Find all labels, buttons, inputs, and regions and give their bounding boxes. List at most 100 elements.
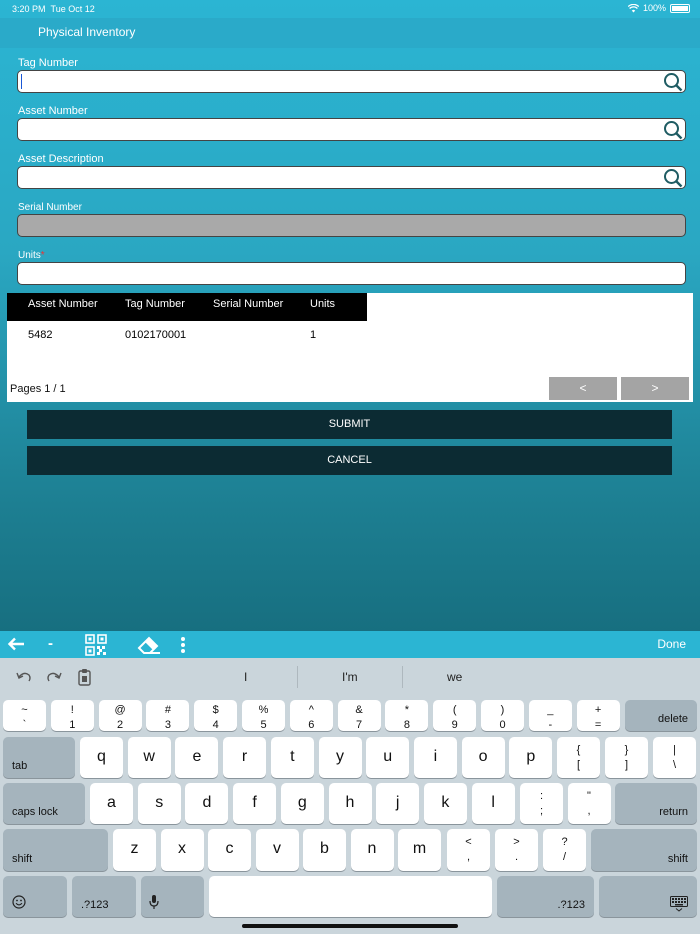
qr-code-icon[interactable]	[85, 634, 107, 656]
letter-key[interactable]: f	[233, 783, 277, 824]
asset-number-field[interactable]	[17, 118, 686, 141]
asset-description-field[interactable]	[17, 166, 686, 189]
key-label-bottom: 9	[451, 719, 458, 731]
number-key[interactable]: ) 0	[481, 700, 524, 731]
letter-key[interactable]: n	[350, 829, 394, 871]
clipboard-icon[interactable]	[77, 668, 93, 686]
symbol-key[interactable]: :;	[520, 783, 563, 824]
letter-key[interactable]: q	[80, 737, 123, 778]
status-bar: 3:20 PM Tue Oct 12 100%	[0, 0, 700, 18]
letter-key[interactable]: d	[185, 783, 229, 824]
letter-key[interactable]: j	[376, 783, 420, 824]
back-arrow-icon[interactable]	[7, 637, 25, 651]
search-icon[interactable]	[663, 120, 683, 140]
hide-keyboard-key[interactable]	[599, 876, 697, 917]
done-button[interactable]: Done	[657, 637, 686, 651]
units-label-text: Units	[18, 250, 41, 261]
tab-key[interactable]: tab	[3, 737, 75, 778]
key-label: g	[297, 794, 307, 811]
number-key[interactable]: ! 1	[50, 700, 94, 731]
units-field[interactable]	[17, 262, 686, 285]
symbol-key[interactable]: >.	[495, 829, 538, 871]
key-label-top: }	[624, 744, 629, 756]
letter-key[interactable]: p	[509, 737, 553, 778]
space-bar[interactable]	[209, 876, 492, 917]
letter-key[interactable]: s	[137, 783, 181, 824]
number-key[interactable]: (9	[433, 700, 477, 731]
prev-page-button[interactable]: <	[549, 377, 617, 400]
key-label: p	[526, 748, 536, 765]
letter-key[interactable]: v	[255, 829, 299, 871]
emoji-key[interactable]	[3, 876, 67, 917]
letter-key[interactable]: y	[318, 737, 362, 778]
letter-key[interactable]: c	[208, 829, 251, 871]
return-key[interactable]: return	[615, 783, 697, 824]
letter-key[interactable]: o	[461, 737, 505, 778]
number-key[interactable]: ~ `	[3, 700, 46, 731]
dictation-key[interactable]	[141, 876, 204, 917]
wifi-icon	[627, 3, 639, 12]
search-icon[interactable]	[663, 72, 683, 92]
letter-key[interactable]: w	[127, 737, 171, 778]
number-key[interactable]: #3	[146, 700, 190, 731]
letter-key[interactable]: m	[398, 829, 441, 871]
right-shift-key[interactable]: shift	[591, 829, 697, 871]
symbol-key[interactable]: <,	[447, 829, 490, 871]
number-key[interactable]: * 8	[385, 700, 429, 731]
date-text: Tue Oct 12	[50, 4, 95, 14]
next-page-button[interactable]: >	[621, 377, 689, 400]
numbers-key-right[interactable]: .?123	[497, 876, 594, 917]
number-key[interactable]: ^ 6	[289, 700, 333, 731]
number-key[interactable]: $4	[194, 700, 238, 731]
symbol-key[interactable]: ",	[567, 783, 611, 824]
letter-key[interactable]: x	[160, 829, 204, 871]
more-options-icon[interactable]	[180, 637, 186, 653]
delete-key[interactable]: delete	[625, 700, 697, 731]
symbol-key[interactable]: ? /	[543, 829, 586, 871]
minus-key[interactable]: -	[48, 635, 53, 652]
letter-key[interactable]: k	[423, 783, 467, 824]
suggestion-3[interactable]: we	[447, 670, 462, 684]
symbol-key[interactable]: }]	[605, 737, 648, 778]
key-label-bottom: 0	[499, 719, 506, 731]
symbol-key[interactable]: {[	[557, 737, 600, 778]
letter-key[interactable]: b	[303, 829, 346, 871]
suggestion-2[interactable]: I'm	[342, 670, 358, 684]
letter-key[interactable]: z	[113, 829, 156, 871]
letter-key[interactable]: a	[90, 783, 133, 824]
letter-key[interactable]: g	[280, 783, 324, 824]
letter-key[interactable]: u	[366, 737, 410, 778]
key-label-top: _	[547, 704, 554, 716]
letter-key[interactable]: l	[471, 783, 515, 824]
tag-number-field[interactable]	[17, 70, 686, 93]
suggestion-1[interactable]: I	[244, 670, 247, 684]
letter-key[interactable]: h	[328, 783, 372, 824]
symbol-key[interactable]: | \	[653, 737, 696, 778]
time-text: 3:20 PM	[12, 4, 46, 14]
cancel-button[interactable]: CANCEL	[27, 446, 672, 475]
battery-text: 100%	[642, 3, 666, 13]
left-shift-key[interactable]: shift	[3, 829, 108, 871]
numbers-key-left[interactable]: .?123	[72, 876, 136, 917]
key-label-bottom: -	[548, 719, 553, 731]
key-label: a	[107, 794, 116, 811]
caps-lock-key[interactable]: caps lock	[3, 783, 85, 824]
undo-icon[interactable]	[16, 670, 32, 684]
search-icon[interactable]	[663, 168, 683, 188]
letter-key[interactable]: i	[413, 737, 457, 778]
letter-key[interactable]: e	[175, 737, 219, 778]
key-label-bottom: 7	[356, 719, 363, 731]
number-key[interactable]: _ -	[528, 700, 572, 731]
key-label: h	[345, 794, 355, 811]
letter-key[interactable]: r	[223, 737, 267, 778]
key-label-bottom: [	[576, 759, 581, 771]
key-label-top: (	[452, 704, 457, 716]
letter-key[interactable]: t	[270, 737, 314, 778]
number-key[interactable]: & 7	[337, 700, 381, 731]
submit-button[interactable]: SUBMIT	[27, 410, 672, 439]
number-key[interactable]: @2	[98, 700, 142, 731]
number-key[interactable]: % 5	[242, 700, 285, 731]
number-key[interactable]: + =	[576, 700, 620, 731]
eraser-icon[interactable]	[137, 636, 161, 654]
redo-icon[interactable]	[46, 670, 62, 684]
